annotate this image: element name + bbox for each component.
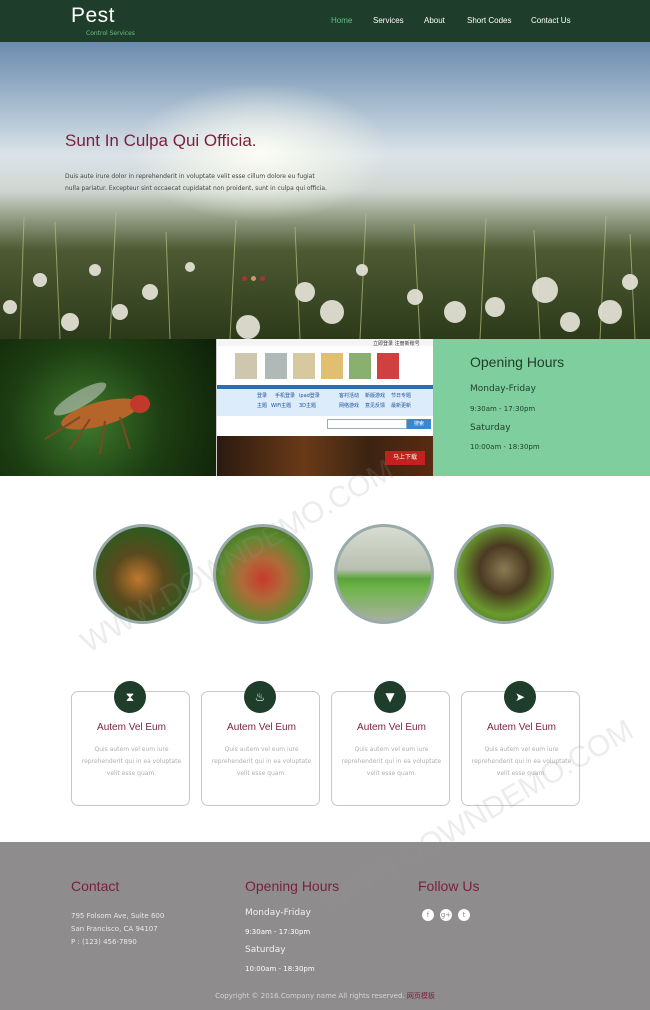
- slider-dot[interactable]: [242, 276, 247, 281]
- nav-short-codes[interactable]: Short Codes: [467, 16, 511, 25]
- twitter-icon[interactable]: t: [458, 909, 470, 921]
- service-card-text: Quis autem vel eum iure reprehenderit qu…: [471, 746, 572, 777]
- shot-link[interactable]: 客村活动: [339, 392, 359, 399]
- footer-weekend-time: 10:00am - 18:30pm: [245, 965, 315, 973]
- site-footer: Contact 795 Folsom Ave, Suite 600 San Fr…: [0, 842, 650, 1010]
- send-icon: ➤: [504, 681, 536, 713]
- nav-home[interactable]: Home: [331, 16, 352, 25]
- google-plus-icon[interactable]: g+: [440, 909, 452, 921]
- footer-address-line1: 795 Folsom Ave, Suite 600: [71, 912, 165, 920]
- opening-hours-title: Opening Hours: [470, 354, 565, 370]
- weekend-time: 10:00am - 18:30pm: [470, 443, 540, 451]
- copyright-text: Copyright © 2016.Company name All rights…: [215, 992, 405, 1000]
- hero-banner: Sunt In Culpa Qui Officia. Duis aute iru…: [0, 42, 650, 339]
- shot-link[interactable]: 最新更新: [391, 402, 411, 409]
- dandelion-field-image: [3, 212, 638, 339]
- filter-icon: ▼: [374, 681, 406, 713]
- service-card-title[interactable]: Autem Vel Eum: [72, 722, 191, 733]
- footer-hours-title: Opening Hours: [245, 878, 340, 894]
- footer-weekend-label: Saturday: [245, 945, 286, 955]
- weekday-time: 9:30am - 17:30pm: [470, 405, 536, 413]
- shot-product-image: [377, 353, 399, 379]
- shot-product-image: [321, 353, 343, 379]
- flame-icon: ♨: [244, 681, 276, 713]
- shot-search-button[interactable]: 搜索: [407, 419, 431, 429]
- opening-hours-panel: Opening Hours Monday-Friday 9:30am - 17:…: [433, 339, 650, 476]
- footer-address-line2: San Francisco, CA 94107: [71, 925, 158, 933]
- shot-link[interactable]: 新版游戏: [365, 392, 385, 399]
- gallery-circle-ant[interactable]: [213, 524, 313, 624]
- gallery-circle-caterpillar[interactable]: [334, 524, 434, 624]
- shot-link[interactable]: 意见反馈: [365, 402, 385, 409]
- footer-contact-title: Contact: [71, 878, 120, 894]
- service-card-text: Quis autem vel eum iure reprehenderit qu…: [341, 746, 442, 777]
- footer-follow-title: Follow Us: [418, 878, 480, 894]
- weekend-label: Saturday: [470, 423, 511, 433]
- shot-product-image: [235, 353, 257, 379]
- nav-contact-us[interactable]: Contact Us: [531, 16, 571, 25]
- main-menu: Home Services About Short Codes Contact …: [0, 16, 650, 28]
- slider-dot[interactable]: [251, 276, 256, 281]
- slider-dot[interactable]: [260, 276, 265, 281]
- shot-product-image: [265, 353, 287, 379]
- gallery-circle-fly[interactable]: [93, 524, 193, 624]
- nav-services[interactable]: Services: [373, 16, 404, 25]
- facebook-icon[interactable]: f: [422, 909, 434, 921]
- slider-dots: [242, 266, 269, 285]
- footer-weekday-time: 9:30am - 17:30pm: [245, 928, 311, 936]
- hourglass-icon: ⧗: [114, 681, 146, 713]
- shot-product-image: [293, 353, 315, 379]
- shot-product-image: [349, 353, 371, 379]
- shot-link[interactable]: 节日专题: [391, 392, 411, 399]
- footer-weekday-label: Monday-Friday: [245, 908, 311, 918]
- service-card-text: Quis autem vel eum iure reprehenderit qu…: [211, 746, 312, 777]
- shot-download-badge[interactable]: 马上下载: [385, 451, 425, 465]
- service-card-title[interactable]: Autem Vel Eum: [332, 722, 451, 733]
- gallery-circle-weevil[interactable]: [454, 524, 554, 624]
- service-card-title[interactable]: Autem Vel Eum: [202, 722, 321, 733]
- service-card-title[interactable]: Autem Vel Eum: [462, 722, 581, 733]
- shot-link[interactable]: 主题: [257, 402, 267, 409]
- shot-link[interactable]: 网络游戏: [339, 402, 359, 409]
- embedded-webpage-screenshot: 立即登录 注册新账号 登录 手机登录 ipad登录 主题 WiFi主题 3D主题…: [216, 339, 433, 476]
- nav-about[interactable]: About: [424, 16, 445, 25]
- brand-tagline: Control Services: [86, 30, 135, 37]
- shot-search-input[interactable]: [327, 419, 407, 429]
- feature-strip: 立即登录 注册新账号 登录 手机登录 ipad登录 主题 WiFi主题 3D主题…: [0, 339, 650, 476]
- top-navbar: Pest Control Services Home Services Abou…: [0, 0, 650, 42]
- footer-phone: P : (123) 456-7890: [71, 938, 137, 946]
- shot-link[interactable]: ipad登录: [299, 392, 320, 399]
- fruit-fly-illustration: [44, 382, 150, 455]
- weekday-label: Monday-Friday: [470, 384, 536, 394]
- shot-link[interactable]: WiFi主题: [271, 402, 291, 409]
- insect-photo: [0, 339, 216, 476]
- hero-title: Sunt In Culpa Qui Officia.: [65, 131, 257, 150]
- shot-link[interactable]: 登录: [257, 392, 267, 399]
- copyright: Copyright © 2016.Company name All rights…: [0, 991, 650, 1001]
- shot-top-links: 立即登录 注册新账号: [373, 341, 420, 347]
- hero-text: Duis aute irure dolor in reprehenderit i…: [65, 173, 327, 192]
- service-card-text: Quis autem vel eum iure reprehenderit qu…: [81, 746, 182, 777]
- shot-link[interactable]: 手机登录: [275, 392, 295, 399]
- shot-link[interactable]: 3D主题: [299, 402, 316, 409]
- copyright-link[interactable]: 网页模板: [407, 992, 435, 1000]
- hero-sky-glow: [130, 82, 390, 222]
- shot-link-panel: 登录 手机登录 ipad登录 主题 WiFi主题 3D主题 客村活动 新版游戏 …: [217, 389, 433, 416]
